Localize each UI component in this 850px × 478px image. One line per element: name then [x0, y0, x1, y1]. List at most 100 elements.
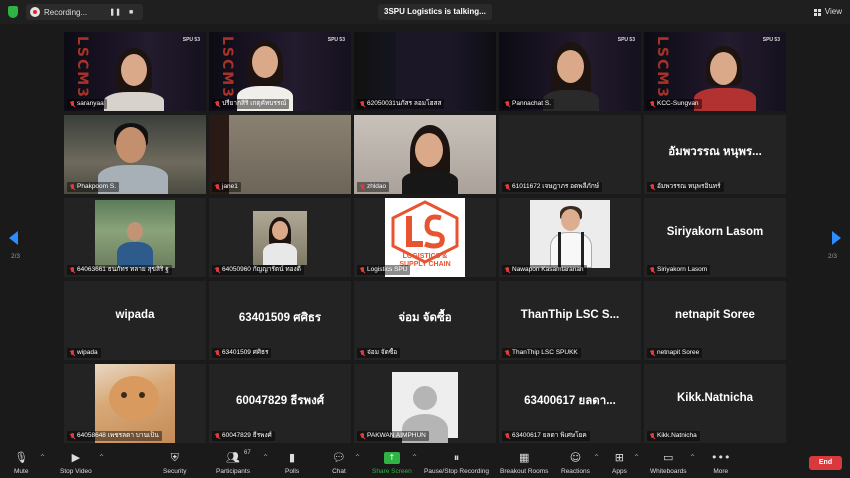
profile-photo	[95, 200, 175, 268]
whiteboards-button[interactable]: ▭ Whiteboards	[650, 449, 687, 475]
chat-caret-icon[interactable]: ^	[355, 454, 360, 461]
participant-name: Nawapon Kasamtaranan	[502, 265, 587, 275]
mic-muted-icon	[504, 101, 510, 107]
participant-tile[interactable]: LSCM3 SPU 53 KCC-Sungvan	[644, 32, 786, 111]
mic-muted-icon	[69, 433, 75, 439]
mic-muted-icon	[359, 184, 365, 190]
more-button[interactable]: ••• More	[711, 449, 730, 475]
participant-tile[interactable]: wipada wipada	[64, 281, 206, 360]
participant-tile[interactable]: PAKWAN AIMPHUN	[354, 364, 496, 443]
breakout-rooms-button[interactable]: ▦ Breakout Rooms	[500, 449, 548, 475]
grid-view-icon	[813, 8, 821, 16]
participant-name: Logistics SPU	[357, 265, 411, 275]
mic-muted-icon	[359, 350, 365, 356]
participant-display-name: จ่อม จัดซื้อ	[398, 312, 452, 324]
participant-tile[interactable]: ThanThip LSC S... ThanThip LSC SPUKK	[499, 281, 641, 360]
mic-muted-icon	[649, 433, 655, 439]
apps-caret-icon[interactable]: ^	[634, 454, 639, 461]
security-shield-icon[interactable]	[8, 6, 18, 18]
participant-display-name: ThanThip LSC S...	[520, 309, 620, 321]
stop-recording-icon[interactable]: ■	[125, 6, 137, 18]
mic-muted-icon	[359, 433, 365, 439]
participant-tile[interactable]: อัมพวรรณ หนุพร... อัมพวรรณ หนุพรอินทร์	[644, 115, 786, 194]
previous-page-arrow-icon[interactable]	[9, 231, 18, 245]
mute-button[interactable]: 🎙︎ Mute	[14, 449, 28, 475]
participant-tile[interactable]: 62050031นภัสร ลอมโฮสส	[354, 32, 496, 111]
mic-muted-icon	[649, 267, 655, 273]
mic-muted-icon	[649, 350, 655, 356]
participant-tile[interactable]: 64058648 เพชรลดา บานเป็น	[64, 364, 206, 443]
zoom-meeting-window: Recording... ❚❚ ■ 3SPU Logistics is talk…	[0, 0, 850, 478]
apps-button[interactable]: ⊞ Apps	[612, 449, 627, 475]
participant-display-name: wipada	[115, 309, 155, 321]
mic-muted-icon	[649, 184, 655, 190]
participant-tile[interactable]: LSCM3 SPU 53 ปรียากสิริ เกตุคัทบรรณ์	[209, 32, 351, 111]
audio-options-caret-icon[interactable]: ^	[40, 454, 45, 461]
chat-bubble-icon: 💬︎	[332, 451, 346, 464]
next-page-arrow-icon[interactable]	[832, 231, 841, 245]
apps-icon: ⊞	[614, 451, 625, 464]
view-button[interactable]: View	[813, 4, 842, 20]
whiteboards-caret-icon[interactable]: ^	[690, 454, 695, 461]
reactions-caret-icon[interactable]: ^	[594, 454, 599, 461]
participant-name: อัมพวรรณ หนุพรอินทร์	[647, 182, 724, 192]
spu-logo: SPU 53	[327, 37, 345, 43]
participant-display-name: 63400617 ยลดา...	[524, 395, 616, 407]
spu-logo: SPU 53	[617, 37, 635, 43]
participant-name: 61011672 เจษฎาภร อดพลีภักษ์	[502, 182, 603, 192]
mic-muted-icon	[214, 267, 220, 273]
participant-display-name: Kikk.Natnicha	[676, 392, 754, 404]
pause-recording-icon[interactable]: ❚❚	[109, 6, 121, 18]
profile-photo	[253, 211, 307, 265]
video-options-caret-icon[interactable]: ^	[99, 454, 104, 461]
participant-tile[interactable]: 61011672 เจษฎาภร อดพลีภักษ์	[499, 115, 641, 194]
share-caret-icon[interactable]: ^	[412, 454, 417, 461]
participant-tile[interactable]: LOGISTICS & SUPPLY CHAIN Logistics SPU	[354, 198, 496, 277]
participant-tile[interactable]: SPU 53 Pannachat S.	[499, 32, 641, 111]
pause-stop-recording-button[interactable]: ⏸︎ Pause/Stop Recording	[424, 449, 489, 476]
security-button[interactable]: ⛨ Security	[163, 449, 186, 476]
participant-tile[interactable]: 64050960 กัญญารัตน์ ทองดี	[209, 198, 351, 277]
stop-video-button[interactable]: ▶︎ Stop Video	[60, 449, 92, 475]
polls-button[interactable]: ▮ Polls	[285, 449, 299, 475]
participant-tile[interactable]: จ่อม จัดซื้อ จ่อม จัดซื้อ	[354, 281, 496, 360]
scm-background-text: LSCM3	[654, 36, 670, 99]
mic-muted-icon	[504, 267, 510, 273]
participants-caret-icon[interactable]: ^	[263, 454, 268, 461]
participant-tile[interactable]: Phakpoom S.	[64, 115, 206, 194]
participant-tile[interactable]: 64063661 ธนภัทร ทลาย สุขสิริ ฐ	[64, 198, 206, 277]
video-camera-icon: ▶︎	[71, 451, 81, 464]
whiteboard-icon: ▭	[663, 451, 674, 464]
participant-name: Siriyakorn Lasom	[647, 265, 711, 275]
mic-muted-icon	[649, 101, 655, 107]
participant-tile[interactable]: jane1	[209, 115, 351, 194]
participant-tile[interactable]: Siriyakorn Lasom Siriyakorn Lasom	[644, 198, 786, 277]
end-meeting-button[interactable]: End	[809, 456, 842, 470]
reactions-button[interactable]: ☺︎ Reactions	[561, 449, 590, 475]
participant-tile[interactable]: 63401509 ศศิธร 63401509 ศศิธร	[209, 281, 351, 360]
share-screen-button[interactable]: ↑ Share Screen	[372, 449, 412, 475]
mic-muted-icon	[214, 433, 220, 439]
participant-display-name: Siriyakorn Lasom	[666, 226, 764, 238]
profile-photo	[530, 200, 610, 268]
recording-indicator: Recording... ❚❚ ■	[26, 4, 144, 20]
participant-name: 64050960 กัญญารัตน์ ทองดี	[212, 265, 304, 275]
participant-tile[interactable]: netnapit Soree netnapit Soree	[644, 281, 786, 360]
participant-name: Phakpoom S.	[67, 182, 120, 192]
participant-tile[interactable]: zhldao	[354, 115, 496, 194]
participant-name: wipada	[67, 348, 101, 358]
mic-muted-icon	[69, 267, 75, 273]
scm-background-text: LSCM3	[74, 36, 90, 99]
participant-tile[interactable]: 60047829 ธีรพงศ์ 60047829 ธีรพงศ์	[209, 364, 351, 443]
participant-tile[interactable]: Nawapon Kasamtaranan	[499, 198, 641, 277]
participants-count: 67	[244, 450, 251, 456]
reactions-smiley-icon: ☺︎	[569, 451, 582, 464]
chat-button[interactable]: 💬︎ Chat	[332, 449, 346, 475]
participant-tile[interactable]: 63400617 ยลดา... 63400617 ยลดา พิเศษโยค	[499, 364, 641, 443]
participant-name: จ่อม จัดซื้อ	[357, 348, 401, 358]
participant-name: 62050031นภัสร ลอมโฮสส	[357, 99, 445, 109]
participant-name: KCC-Sungvan	[647, 99, 702, 109]
participant-tile[interactable]: Kikk.Natnicha Kikk.Natnicha	[644, 364, 786, 443]
participant-tile[interactable]: LSCM3 SPU 53 saranyaa	[64, 32, 206, 111]
participant-name: ThanThip LSC SPUKK	[502, 348, 581, 358]
